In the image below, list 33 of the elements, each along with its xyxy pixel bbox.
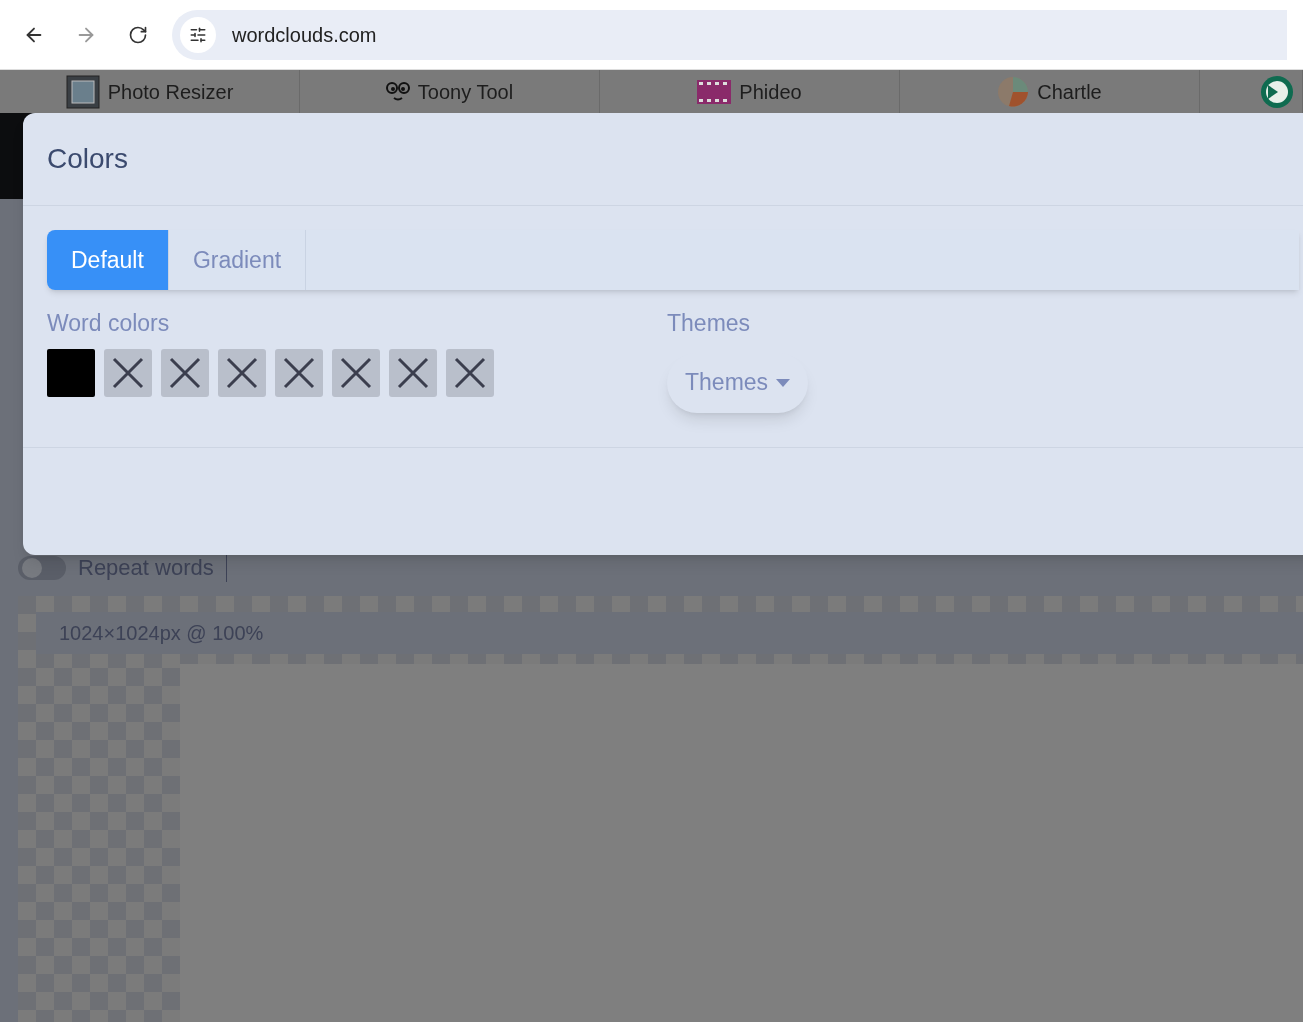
reload-icon [128, 24, 148, 45]
empty-swatch-button[interactable] [161, 348, 209, 397]
sliders-icon [189, 25, 207, 44]
empty-swatch-button[interactable] [389, 348, 437, 397]
close-icon [339, 355, 373, 390]
pie-chart-icon [997, 75, 1030, 108]
app-logo-icon [1260, 74, 1294, 109]
empty-swatch-button[interactable] [218, 348, 266, 397]
empty-swatch-button[interactable] [446, 348, 494, 397]
close-icon [111, 355, 145, 390]
modal-title: Colors [47, 142, 128, 176]
close-icon [168, 355, 202, 390]
site-settings-icon[interactable] [180, 16, 216, 53]
color-swatch[interactable] [47, 348, 95, 397]
themes-label: Themes [667, 309, 752, 338]
close-icon [225, 355, 259, 390]
toggle-switch[interactable] [18, 555, 66, 580]
word-colors-label: Word colors [47, 309, 171, 338]
empty-swatch-button[interactable] [332, 348, 380, 397]
caret-icon [776, 378, 791, 387]
close-icon [396, 355, 430, 390]
film-strip-icon [697, 79, 732, 104]
cartoon-eyes-icon [385, 80, 410, 103]
tab[interactable]: Default [47, 230, 169, 290]
close-icon [453, 355, 487, 390]
photo-frame-icon [65, 74, 100, 109]
url-text: wordclouds.com [232, 22, 377, 48]
empty-swatch-button[interactable] [104, 348, 152, 397]
close-icon [282, 355, 316, 390]
address-bar[interactable]: wordclouds.com [172, 9, 1287, 60]
themes-dropdown[interactable]: Themes [667, 352, 809, 413]
empty-swatch-button[interactable] [275, 348, 323, 397]
tab[interactable]: Gradient [168, 230, 307, 290]
